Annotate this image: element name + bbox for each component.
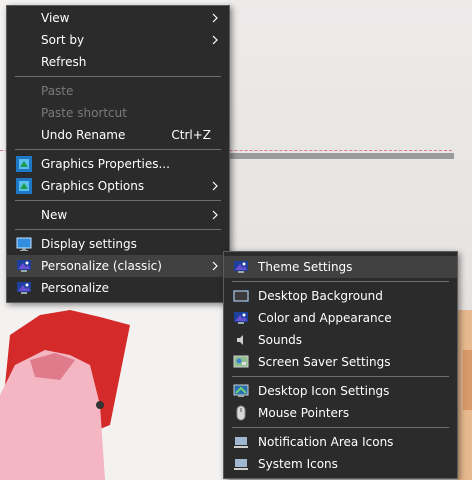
menu-item-refresh[interactable]: Refresh [7, 51, 229, 73]
menu-separator [15, 76, 221, 77]
menu-item-label: New [41, 208, 68, 222]
menu-item-personalize[interactable]: Personalize [7, 277, 229, 299]
background-gray-bar [228, 153, 454, 159]
menu-item-new[interactable]: New [7, 204, 229, 226]
menu-separator [15, 229, 221, 230]
chevron-right-icon [212, 35, 218, 45]
menu-separator [232, 281, 449, 282]
submenu-item-screen-saver[interactable]: Screen Saver Settings [224, 351, 457, 373]
menu-item-graphics-properties[interactable]: Graphics Properties... [7, 153, 229, 175]
menu-item-paste[interactable]: Paste [7, 80, 229, 102]
menu-separator [232, 376, 449, 377]
theme-settings-icon [234, 261, 248, 273]
menu-separator [232, 427, 449, 428]
desktop-background-icon [233, 290, 249, 302]
menu-separator [15, 200, 221, 201]
chevron-right-icon [212, 261, 218, 271]
menu-separator [15, 149, 221, 150]
menu-item-label: Paste [41, 84, 74, 98]
submenu-item-label: Sounds [258, 333, 303, 347]
submenu-item-theme-settings[interactable]: Theme Settings [224, 256, 457, 278]
submenu-item-label: Theme Settings [258, 260, 353, 274]
submenu-item-label: System Icons [258, 457, 338, 471]
menu-item-graphics-options[interactable]: Graphics Options [7, 175, 229, 197]
submenu-item-label: Color and Appearance [258, 311, 392, 325]
menu-item-label: Graphics Properties... [41, 157, 170, 171]
menu-item-label: Personalize [41, 281, 110, 295]
intel-graphics-icon [16, 178, 32, 194]
chevron-right-icon [212, 181, 218, 191]
menu-item-label: Paste shortcut [41, 106, 127, 120]
mouse-icon [236, 405, 246, 421]
submenu-item-label: Mouse Pointers [258, 406, 350, 420]
submenu-item-desktop-icon-settings[interactable]: Desktop Icon Settings [224, 380, 457, 402]
submenu-item-color-appearance[interactable]: Color and Appearance [224, 307, 457, 329]
desktop-context-menu: View Sort by Refresh Paste Paste shortcu… [6, 5, 230, 303]
chevron-right-icon [212, 210, 218, 220]
submenu-item-system-icons[interactable]: System Icons [224, 453, 457, 475]
menu-item-label: Personalize (classic) [41, 259, 162, 273]
menu-item-shortcut: Ctrl+Z [171, 128, 211, 142]
submenu-item-label: Desktop Icon Settings [258, 384, 390, 398]
menu-item-label: Graphics Options [41, 179, 145, 193]
screen-saver-icon [233, 355, 249, 368]
intel-graphics-icon [16, 156, 32, 172]
speaker-icon [237, 335, 243, 345]
notification-area-icon [234, 437, 248, 448]
menu-item-view[interactable]: View [7, 7, 229, 29]
menu-item-label: Display settings [41, 237, 137, 251]
menu-item-paste-shortcut[interactable]: Paste shortcut [7, 102, 229, 124]
wallpaper-figure [0, 310, 130, 480]
personalize-classic-submenu: Theme Settings Desktop Background Color … [223, 251, 458, 479]
menu-item-label: Refresh [41, 55, 87, 69]
submenu-item-notification-area-icons[interactable]: Notification Area Icons [224, 431, 457, 453]
chevron-right-icon [212, 13, 218, 23]
menu-item-label: View [41, 11, 70, 25]
menu-item-display-settings[interactable]: Display settings [7, 233, 229, 255]
menu-item-sort-by[interactable]: Sort by [7, 29, 229, 51]
menu-item-personalize-classic[interactable]: Personalize (classic) [7, 255, 229, 277]
display-icon [16, 237, 32, 251]
color-appearance-icon [234, 312, 248, 324]
system-icons-icon [234, 459, 248, 470]
submenu-item-label: Notification Area Icons [258, 435, 394, 449]
menu-item-undo-rename[interactable]: Undo Rename Ctrl+Z [7, 124, 229, 146]
personalize-icon [17, 282, 31, 294]
submenu-item-label: Screen Saver Settings [258, 355, 391, 369]
submenu-item-label: Desktop Background [258, 289, 383, 303]
submenu-item-sounds[interactable]: Sounds [224, 329, 457, 351]
personalize-icon [17, 260, 31, 272]
wallpaper-edge [457, 310, 472, 480]
submenu-item-mouse-pointers[interactable]: Mouse Pointers [224, 402, 457, 424]
submenu-item-desktop-background[interactable]: Desktop Background [224, 285, 457, 307]
menu-item-label: Undo Rename [41, 128, 126, 142]
menu-item-label: Sort by [41, 33, 85, 47]
desktop-icon-settings-icon [233, 384, 249, 397]
